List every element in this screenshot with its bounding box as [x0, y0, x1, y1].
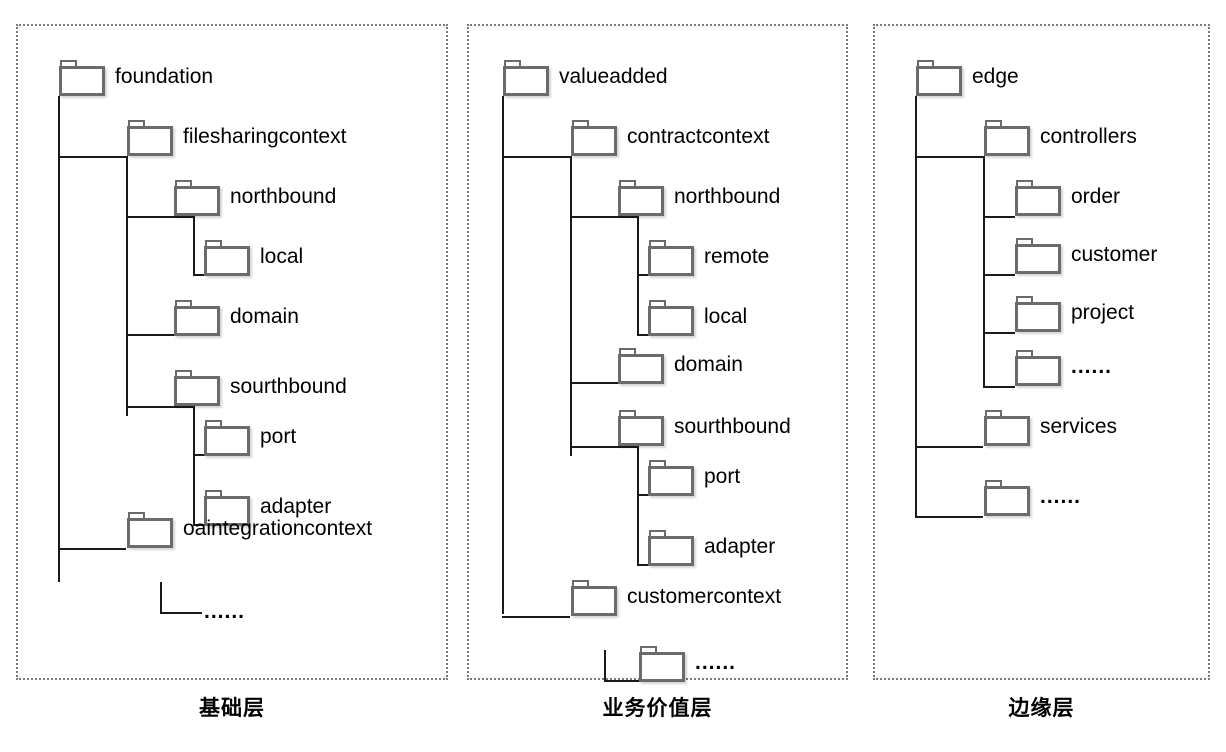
connector-h-project [983, 332, 1015, 334]
connector-trunk-edge [915, 96, 917, 516]
folder-icon [204, 240, 250, 276]
tree-node-label: order [1071, 185, 1121, 208]
folder-icon [204, 420, 250, 456]
folder-icon [571, 120, 617, 156]
tree-node-label: foundation [115, 65, 214, 88]
connector-trunk-sourthbound [193, 406, 195, 526]
connector-trunk-filesharingcontext [126, 156, 128, 416]
connector-h-order [983, 216, 1015, 218]
panel-business-value-tree: valueadded contractcontext northbound re… [469, 26, 846, 682]
tree-node-label: domain [230, 305, 299, 328]
folder-icon [503, 60, 549, 96]
folder-icon [984, 410, 1030, 446]
connector-trunk-northbound [193, 216, 195, 276]
panel-foundation-tree: foundation filesharingcontext northbound… [18, 26, 446, 678]
panel-foundation-layer: foundation filesharingcontext northbound… [16, 24, 448, 680]
folder-icon [1015, 296, 1061, 332]
tree-node-label: remote [704, 245, 770, 268]
tree-node-label: northbound [674, 185, 781, 208]
panel-edge-layer: edge controllers order customer project [873, 24, 1210, 680]
tree-node-label: ...... [695, 651, 737, 674]
tree-node-label: edge [972, 65, 1019, 88]
connector-trunk-contractcontext [570, 156, 572, 456]
tree-node-label: services [1040, 415, 1118, 438]
folder-icon [984, 120, 1030, 156]
connector-h-ellipsis-edge [915, 516, 983, 518]
tree-node-label: oaintegrationcontext [183, 517, 373, 540]
folder-icon [618, 410, 664, 446]
folder-icon [571, 580, 617, 616]
connector-h-services [915, 446, 983, 448]
folder-icon [59, 60, 105, 96]
tree-node-label: northbound [230, 185, 337, 208]
folder-icon [618, 348, 664, 384]
folder-icon [1015, 180, 1061, 216]
connector-h-contractcontext [502, 156, 570, 158]
tree-node-label: customercontext [627, 585, 782, 608]
caption-edge-layer: 边缘层 [1008, 696, 1075, 720]
tree-node-label: local [704, 305, 748, 328]
folder-icon [174, 370, 220, 406]
folder-icon [648, 240, 694, 276]
connector-h-sourthbound [126, 406, 193, 408]
tree-node-label: sourthbound [230, 375, 347, 398]
tree-node-label: controllers [1040, 125, 1137, 148]
tree-node-label: local [260, 245, 304, 268]
tree-node-label: port [260, 425, 297, 448]
folder-icon [639, 646, 685, 682]
connector-h-customercontext [502, 616, 570, 618]
connector-trunk-valueadded [502, 96, 504, 614]
connector-h-ellipsis-controllers [983, 386, 1015, 388]
folder-icon [916, 60, 962, 96]
connector-h-oaintegrationcontext [58, 548, 126, 550]
tree-node-label: ...... [1071, 355, 1113, 378]
folder-icon [174, 180, 220, 216]
tree-node-label: customer [1071, 243, 1158, 266]
tree-node-label: port [704, 465, 741, 488]
connector-trunk-controllers [983, 156, 985, 386]
panel-business-value-layer: valueadded contractcontext northbound re… [467, 24, 848, 682]
folder-icon [127, 512, 173, 548]
connector-h-northbound [570, 216, 637, 218]
folder-icon [618, 180, 664, 216]
connector-h-filesharingcontext [58, 156, 126, 158]
folder-icon [648, 530, 694, 566]
tree-node-label: domain [674, 353, 743, 376]
folder-icon [174, 300, 220, 336]
connector-h-ellipsis-customer [604, 680, 639, 682]
folder-icon [1015, 350, 1061, 386]
caption-foundation-layer: 基础层 [199, 696, 265, 720]
tree-node-label: valueadded [559, 65, 668, 88]
folder-icon [984, 480, 1030, 516]
panel-edge-tree: edge controllers order customer project [875, 26, 1208, 678]
connector-trunk-sourthbound [637, 446, 639, 566]
tree-node-label: adapter [260, 495, 332, 518]
tree-node-label: sourthbound [674, 415, 791, 438]
connector-h-sourthbound [570, 446, 637, 448]
connector-trunk-foundation [58, 96, 60, 582]
connector-h-northbound [126, 216, 193, 218]
tree-node-label: ...... [1040, 485, 1082, 508]
connector-trunk-customercontext [604, 650, 606, 682]
tree-node-ellipsis: ...... [204, 600, 246, 623]
folder-icon [127, 120, 173, 156]
diagram-canvas: foundation filesharingcontext northbound… [0, 0, 1226, 752]
tree-node-label: project [1071, 301, 1135, 324]
tree-node-label: adapter [704, 535, 776, 558]
connector-h-controllers [915, 156, 983, 158]
caption-business-value-layer: 业务价值层 [602, 696, 713, 720]
tree-node-label: filesharingcontext [183, 125, 347, 148]
folder-icon [1015, 238, 1061, 274]
tree-node-label: contractcontext [627, 125, 770, 148]
folder-icon [648, 460, 694, 496]
connector-h-customer [983, 274, 1015, 276]
folder-icon [648, 300, 694, 336]
connector-trunk-oaintegrationcontext [160, 582, 162, 614]
connector-h-ellipsis-oa [160, 612, 202, 614]
connector-trunk-northbound [637, 216, 639, 336]
